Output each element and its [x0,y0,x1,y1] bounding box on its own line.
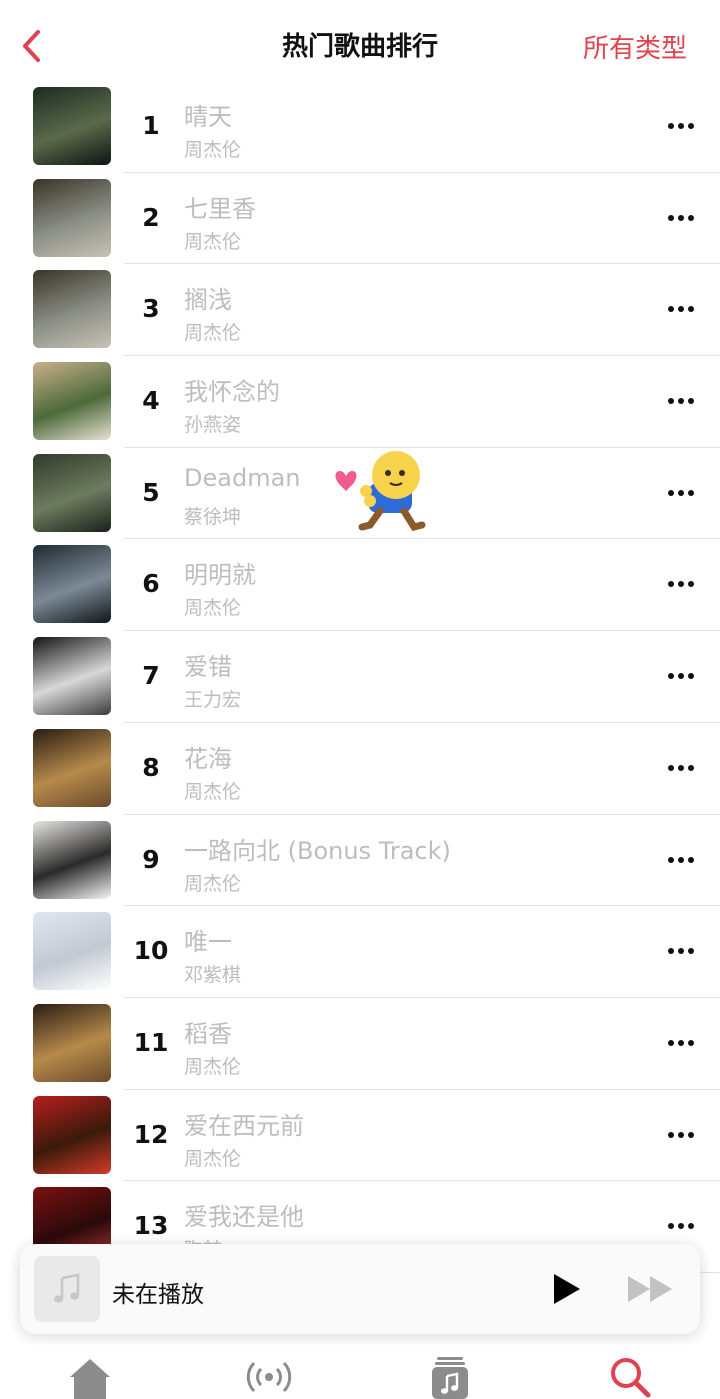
album-cover [33,1003,111,1082]
play-icon[interactable] [548,1271,584,1307]
more-options-icon[interactable] [662,753,700,783]
song-artist: 周杰伦 [184,322,242,345]
more-options-icon[interactable] [662,203,700,233]
music-note-icon [54,1273,80,1303]
song-artist: 王力宏 [184,689,242,712]
all-genres-button[interactable]: 所有类型 [583,28,687,65]
skip-forward-icon[interactable] [626,1274,676,1304]
song-row[interactable]: 11 稻香周杰伦 [0,998,720,1090]
song-artist: 周杰伦 [184,1055,242,1078]
song-title: 唯一 [184,928,232,957]
album-cover [33,820,111,899]
more-options-icon[interactable] [662,661,700,691]
nav-header: 热门歌曲排行 所有类型 [0,0,720,88]
more-options-icon[interactable] [662,1028,700,1058]
album-cover [33,270,111,349]
album-cover [33,178,111,257]
song-row[interactable]: 8 花海周杰伦 [0,723,720,815]
song-rank: 3 [142,294,160,324]
more-options-icon[interactable] [662,111,700,141]
song-rank: 5 [142,477,160,507]
song-title: 晴天 [184,103,232,131]
song-row[interactable]: 9 一路向北 (Bonus Track) 周杰伦 [0,815,720,907]
song-title: Deadman [184,463,301,492]
song-row[interactable]: 2 七里香周杰伦 [0,173,720,265]
mini-player[interactable]: 未在播放 [20,1244,700,1334]
song-rank: 10 [133,936,169,966]
song-title: 爱错 [184,653,232,682]
song-rank: 2 [142,202,160,232]
tab-bar [0,1345,720,1399]
song-row[interactable]: 7 爱错王力宏 [0,631,720,723]
song-rank: 9 [142,844,160,874]
more-options-icon[interactable] [662,294,700,324]
more-options-icon[interactable] [662,478,700,508]
album-cover [33,453,111,532]
song-row[interactable]: 1 晴天周杰伦 [0,81,720,173]
song-row[interactable]: 6 明明就周杰伦 [0,539,720,632]
song-row[interactable]: 10 唯一邓紫棋 [0,906,720,998]
song-title: 一路向北 (Bonus Track) [184,836,451,865]
album-cover [33,912,111,991]
album-cover [33,637,111,716]
song-row[interactable]: 3 搁浅周杰伦 [0,264,720,357]
song-rank: 11 [133,1027,169,1057]
song-rank: 12 [133,1119,169,1149]
song-row[interactable]: 12 爱在西元前周杰伦 [0,1090,720,1182]
song-title: 搁浅 [184,286,232,315]
song-artist: 周杰伦 [184,1147,242,1170]
song-rank: 4 [142,386,160,416]
player-artwork [34,1256,100,1322]
player-status: 未在播放 [112,1282,204,1308]
song-artist: 蔡徐坤 [184,505,242,528]
song-artist: 周杰伦 [184,872,242,895]
album-cover [33,728,111,807]
song-title: 稻香 [184,1019,232,1048]
song-rank: 8 [142,752,160,782]
album-cover [33,545,111,624]
song-title: 花海 [184,744,232,773]
search-icon[interactable] [606,1355,656,1399]
song-title: 爱在西元前 [184,1111,304,1140]
more-options-icon[interactable] [662,936,700,966]
more-options-icon[interactable] [662,1211,700,1241]
song-rank: 6 [142,569,160,599]
radio-icon[interactable] [244,1355,294,1399]
more-options-icon[interactable] [662,386,700,416]
song-row[interactable]: 4 我怀念的孙燕姿 [0,356,720,448]
more-options-icon[interactable] [662,1120,700,1150]
album-cover [33,1095,111,1174]
song-title: 明明就 [184,561,256,590]
song-artist: 周杰伦 [184,230,242,253]
song-rank: 1 [142,111,160,140]
more-options-icon[interactable] [662,569,700,599]
song-rank: 13 [133,1211,169,1241]
more-options-icon[interactable] [662,845,700,875]
song-list: 1 晴天 周杰伦 2 七里香 周杰伦 3 搁浅 周杰伦 4 我怀念的 孙燕姿 5 Deadman 蔡徐坤 6 明… [0,81,720,1273]
song-title: 我怀念的 [184,378,280,407]
emoji-sticker [335,451,426,532]
home-icon[interactable] [65,1355,115,1399]
album-cover [33,362,111,441]
song-artist: 孙燕姿 [184,414,242,437]
song-artist: 邓紫棋 [184,964,242,987]
song-rank: 7 [142,661,160,691]
album-cover [33,87,111,165]
song-title: 爱我还是他 [184,1203,304,1232]
song-artist: 周杰伦 [184,139,242,161]
song-title: 七里香 [184,194,256,223]
library-icon[interactable] [425,1355,475,1399]
song-artist: 周杰伦 [184,780,242,803]
song-artist: 周杰伦 [184,597,242,620]
